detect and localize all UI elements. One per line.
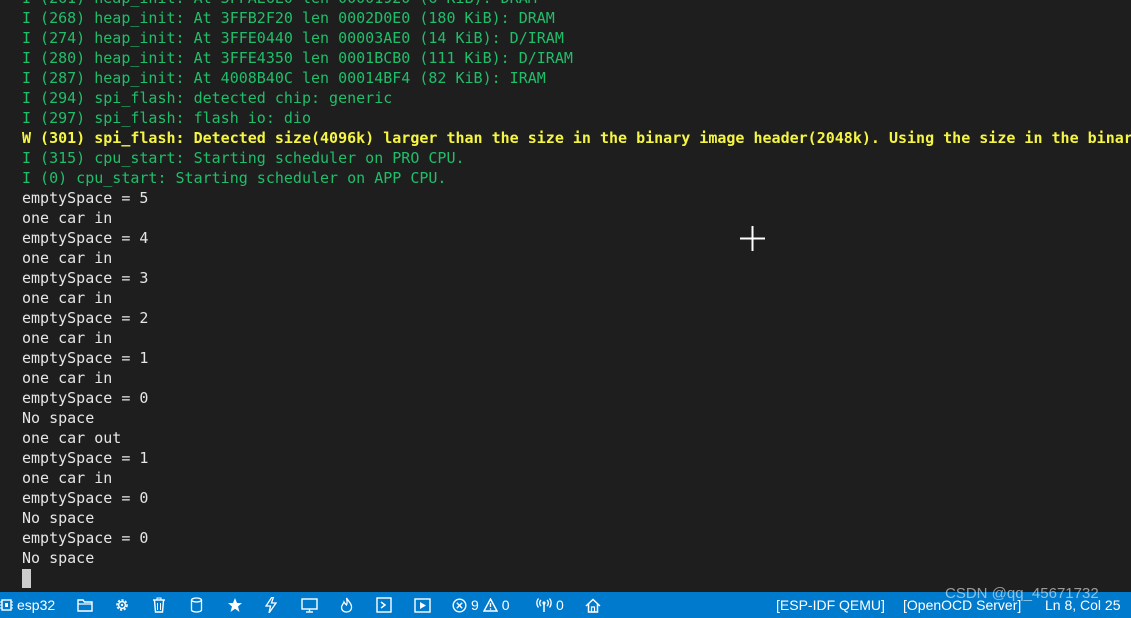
- cursor-position[interactable]: Ln 8, Col 25: [1045, 592, 1121, 618]
- error-count: 9: [471, 597, 479, 613]
- terminal-line: No space: [22, 549, 95, 567]
- favorites-button[interactable]: [227, 592, 243, 618]
- flash-icon: [265, 597, 277, 613]
- terminal-line: I (315) cpu_start: Starting scheduler on…: [22, 149, 465, 167]
- warning-icon: [482, 598, 498, 612]
- terminal-line: one car in: [22, 369, 113, 387]
- config-button[interactable]: [114, 592, 130, 618]
- terminal-line: emptySpace = 1: [22, 449, 149, 467]
- openocd-label: [OpenOCD Server]: [903, 597, 1022, 613]
- terminal-line: W (301) spi_flash: Detected size(4096k) …: [22, 129, 1131, 147]
- warning-count: 0: [501, 597, 510, 613]
- terminal-line: one car in: [22, 249, 113, 267]
- ports-button[interactable]: 0: [536, 592, 564, 618]
- terminal-line: I (261) heap_init: At 3FFAE6E0 len 00001…: [22, 0, 1131, 8]
- chip-icon: [0, 599, 13, 611]
- qemu-label: [ESP-IDF QEMU]: [776, 597, 885, 613]
- flash-button[interactable]: [265, 592, 277, 618]
- broadcast-icon: [536, 597, 552, 612]
- terminal-line: No space: [22, 409, 95, 427]
- terminal-line: one car in: [22, 329, 113, 347]
- folder-icon: [77, 599, 93, 612]
- debug-button[interactable]: [414, 592, 431, 618]
- run-icon: [414, 597, 431, 613]
- terminal-line: emptySpace = 4: [22, 229, 149, 247]
- target-selector[interactable]: esp32: [0, 592, 55, 618]
- terminal-line: I (294) spi_flash: detected chip: generi…: [22, 89, 393, 107]
- terminal-line: I (280) heap_init: At 3FFE4350 len 0001B…: [22, 49, 573, 67]
- home-icon: [585, 597, 601, 613]
- terminal-icon: [376, 597, 392, 613]
- terminal-line: one car in: [22, 289, 113, 307]
- terminal-line: I (0) cpu_start: Starting scheduler on A…: [22, 169, 447, 187]
- terminal-line: I (297) spi_flash: flash io: dio: [22, 109, 311, 127]
- openocd-server-button[interactable]: [OpenOCD Server]: [903, 592, 1021, 618]
- monitor-button[interactable]: [301, 592, 318, 618]
- star-icon: [228, 598, 242, 612]
- terminal-line: one car in: [22, 469, 113, 487]
- terminal-line: one car in: [22, 209, 113, 227]
- flame-icon: [340, 597, 353, 613]
- terminal-output: I (261) heap_init: At 3FFAE6E0 len 00001…: [22, 0, 1131, 568]
- database-icon: [190, 597, 203, 613]
- gear-icon: [116, 599, 128, 611]
- terminal-line: I (287) heap_init: At 4008B40C len 00014…: [22, 69, 546, 87]
- open-folder-button[interactable]: [77, 592, 93, 618]
- build-flash-monitor-button[interactable]: [340, 592, 353, 618]
- fullclean-button[interactable]: [152, 592, 166, 618]
- monitor-icon: [301, 597, 318, 613]
- target-label: esp32: [17, 597, 56, 613]
- home-button[interactable]: [585, 592, 601, 618]
- terminal-line: emptySpace = 1: [22, 349, 149, 367]
- ports-count: 0: [556, 597, 564, 613]
- terminal-line: I (268) heap_init: At 3FFB2F20 len 0002D…: [22, 9, 555, 27]
- terminal-line: emptySpace = 0: [22, 529, 149, 547]
- terminal-line: emptySpace = 3: [22, 269, 149, 287]
- terminal-line: emptySpace = 2: [22, 309, 149, 327]
- terminal-line: emptySpace = 5: [22, 189, 149, 207]
- qemu-server-button[interactable]: [ESP-IDF QEMU]: [776, 592, 885, 618]
- terminal-cursor: [22, 569, 31, 588]
- terminal-line: No space: [22, 509, 95, 527]
- problems-button[interactable]: 9 0: [452, 592, 510, 618]
- terminal-line: emptySpace = 0: [22, 489, 149, 507]
- error-icon: [452, 597, 467, 613]
- erase-flash-button[interactable]: [190, 592, 203, 618]
- terminal-line: one car out: [22, 429, 122, 447]
- trash-icon: [153, 597, 165, 613]
- terminal-line: emptySpace = 0: [22, 389, 149, 407]
- crosshair-cursor-icon: [740, 226, 765, 251]
- terminal-panel[interactable]: I (261) heap_init: At 3FFAE6E0 len 00001…: [0, 0, 1131, 592]
- cursor-position-label: Ln 8, Col 25: [1045, 597, 1121, 613]
- terminal-line: I (274) heap_init: At 3FFE0440 len 00003…: [22, 29, 564, 47]
- status-bar: esp32 9 0 0 [ESP-IDF QEMU] [OpenOCD Serv…: [0, 592, 1131, 618]
- open-terminal-button[interactable]: [376, 592, 392, 618]
